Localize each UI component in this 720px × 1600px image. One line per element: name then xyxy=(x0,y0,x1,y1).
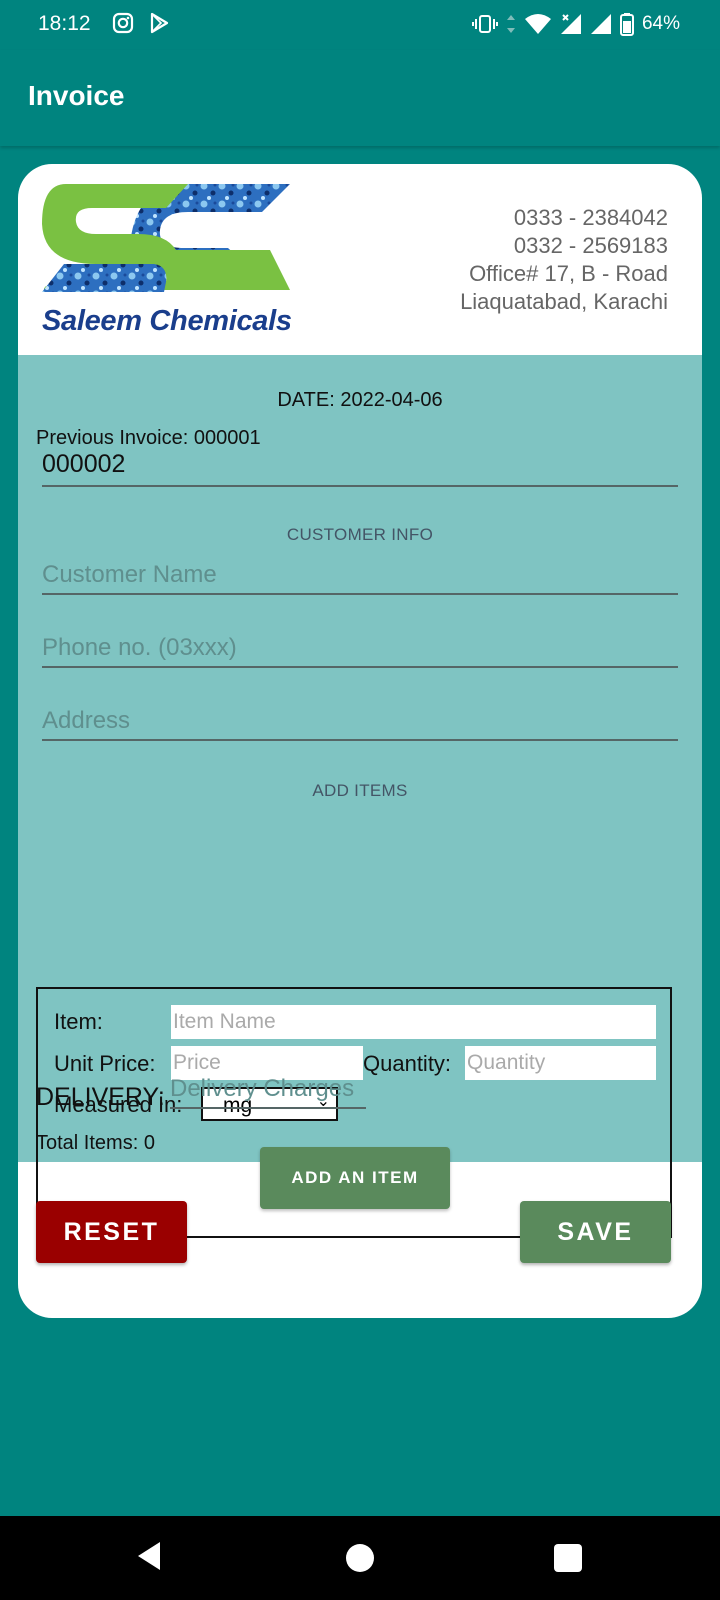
invoice-card: Saleem Chemicals 0333 - 2384042 0332 - 2… xyxy=(18,164,702,1318)
contact-phone-2: 0332 - 2569183 xyxy=(513,233,668,258)
reset-button[interactable]: RESET xyxy=(36,1201,187,1263)
notification-icons xyxy=(112,12,170,34)
contact-info: 0333 - 2384042 0332 - 2569183 Office# 17… xyxy=(460,204,668,316)
invoice-form: DATE: 2022-04-06 Previous Invoice: 00000… xyxy=(18,355,702,1238)
item-label: Item: xyxy=(54,1009,103,1034)
data-arrows-icon xyxy=(506,15,515,33)
status-bar: 18:12 64% xyxy=(0,0,720,50)
contact-phone-1: 0333 - 2384042 xyxy=(513,205,668,230)
back-icon[interactable] xyxy=(136,1540,162,1572)
signal-icon xyxy=(560,14,581,34)
app-bar: Invoice xyxy=(0,50,720,146)
navigation-bar xyxy=(0,1516,720,1600)
customer-name-field[interactable] xyxy=(42,551,678,595)
delivery-label: DELIVERY: xyxy=(36,1083,165,1111)
invoice-number-field[interactable]: 000002 xyxy=(42,443,678,487)
clock: 18:12 xyxy=(38,12,91,35)
address-field[interactable] xyxy=(42,697,678,741)
item-name-input[interactable] xyxy=(171,1005,656,1039)
page-title: Invoice xyxy=(28,80,125,111)
play-store-icon xyxy=(150,12,169,34)
delivery-charges-input[interactable] xyxy=(170,1075,366,1103)
delivery-field[interactable] xyxy=(170,1065,366,1109)
instagram-icon xyxy=(112,12,134,34)
contact-city: Liaquatabad, Karachi xyxy=(460,289,668,314)
vibrate-icon xyxy=(471,15,498,33)
add-item-button[interactable]: ADD AN ITEM xyxy=(260,1147,450,1209)
save-button[interactable]: SAVE xyxy=(520,1201,671,1263)
home-icon[interactable] xyxy=(346,1544,374,1572)
unit-price-label: Unit Price: xyxy=(54,1051,156,1076)
phone-input[interactable] xyxy=(42,634,678,662)
recents-icon[interactable] xyxy=(554,1544,582,1572)
customer-name-input[interactable] xyxy=(42,561,678,589)
add-items-heading: ADD ITEMS xyxy=(312,781,408,800)
contact-office: Office# 17, B - Road xyxy=(469,261,668,286)
saleem-chemicals-logo: Saleem Chemicals xyxy=(42,184,292,337)
address-input[interactable] xyxy=(42,707,678,735)
svg-text:Saleem Chemicals: Saleem Chemicals xyxy=(42,305,292,337)
signal-icon-2 xyxy=(590,14,611,34)
battery-icon xyxy=(619,13,634,36)
quantity-input[interactable] xyxy=(465,1046,656,1080)
wifi-icon xyxy=(524,14,551,34)
battery-percent: 64% xyxy=(641,13,680,34)
invoice-number[interactable]: 000002 xyxy=(42,450,125,479)
total-items: Total Items: 0 xyxy=(36,1132,155,1154)
invoice-date: DATE: 2022-04-06 xyxy=(277,389,443,411)
quantity-label: Quantity: xyxy=(363,1051,452,1076)
phone-field[interactable] xyxy=(42,624,678,668)
customer-info-heading: CUSTOMER INFO xyxy=(286,525,434,544)
